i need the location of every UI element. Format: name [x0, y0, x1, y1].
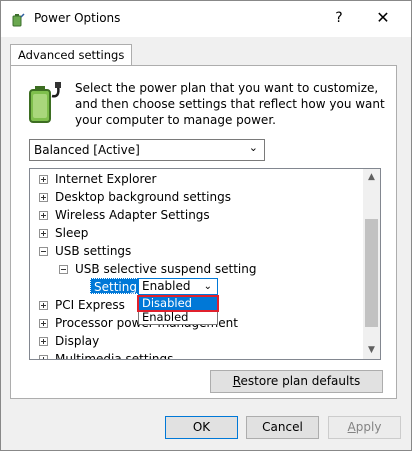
restore-plan-defaults-button[interactable]: Restore plan defaults — [210, 370, 383, 393]
power-options-icon — [12, 13, 25, 27]
power-plan-select[interactable]: Balanced [Active] ⌄ — [29, 139, 265, 161]
ok-button[interactable]: OK — [165, 416, 238, 439]
setting-label: Setting: — [90, 278, 146, 294]
setting-select[interactable]: Enabled ⌄ — [138, 278, 218, 295]
expand-plus-icon[interactable] — [39, 193, 48, 202]
chevron-down-icon: ⌄ — [203, 281, 212, 292]
expand-plus-icon[interactable] — [39, 319, 48, 328]
battery-plug-icon — [29, 82, 61, 123]
title-bar: Power Options ? ✕ — [1, 1, 411, 37]
power-options-window: Power Options ? ✕ Advanced settings Sele… — [0, 0, 412, 451]
scroll-up-icon[interactable]: ▲ — [363, 169, 380, 186]
scroll-down-icon[interactable]: ▼ — [363, 342, 380, 359]
expand-plus-icon[interactable] — [39, 211, 48, 220]
help-button[interactable]: ? — [331, 10, 347, 26]
expand-plus-icon[interactable] — [39, 337, 48, 346]
expand-plus-icon[interactable] — [39, 301, 48, 310]
tree-scrollbar[interactable]: ▲ ▼ — [363, 169, 380, 359]
chevron-down-icon: ⌄ — [248, 141, 258, 154]
close-button[interactable]: ✕ — [372, 8, 394, 27]
option-enabled[interactable]: Enabled — [139, 311, 217, 325]
highlight-annotation-box — [137, 295, 219, 312]
scrollbar-thumb[interactable] — [365, 219, 378, 327]
apply-button[interactable]: Apply — [328, 416, 401, 439]
expand-plus-icon[interactable] — [39, 355, 48, 359]
tab-advanced-settings[interactable]: Advanced settings — [10, 44, 133, 66]
expand-plus-icon[interactable] — [39, 229, 48, 238]
description-text: Select the power plan that you want to c… — [75, 81, 385, 127]
window-title: Power Options — [34, 11, 121, 25]
collapse-minus-icon[interactable] — [39, 247, 48, 256]
power-plan-select-value: Balanced [Active] — [34, 143, 140, 157]
setting-select-value: Enabled — [142, 279, 191, 293]
collapse-minus-icon[interactable] — [59, 265, 68, 274]
cancel-button[interactable]: Cancel — [246, 416, 319, 439]
expand-plus-icon[interactable] — [39, 175, 48, 184]
settings-tree[interactable]: Internet Explorer Desktop background set… — [29, 168, 381, 360]
